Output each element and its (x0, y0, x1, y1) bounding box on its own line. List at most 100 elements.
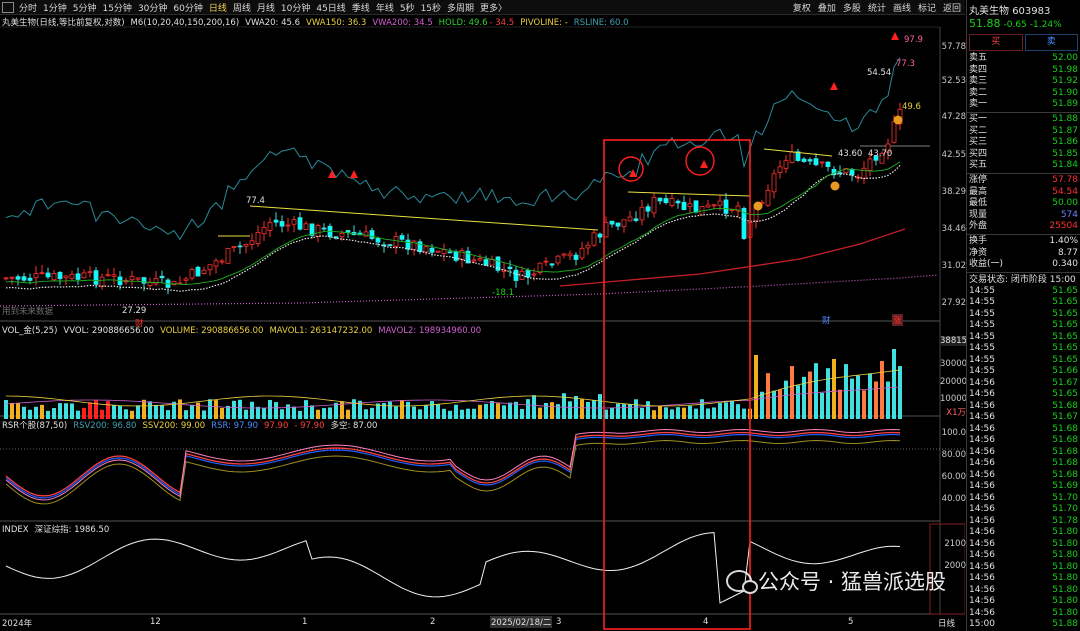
tab-1[interactable]: 1分钟 (43, 1, 67, 14)
bids-row[interactable]: 买四 51.85 (967, 149, 1080, 161)
legend-rsline: RSLINE: 60.0 (573, 18, 629, 28)
asks-row[interactable]: 卖五 52.00 (967, 53, 1080, 65)
tab-9[interactable]: 10分钟 (281, 1, 310, 14)
volume-bar (598, 394, 602, 419)
bids-label: 买一 (969, 113, 988, 124)
tab-16[interactable]: 更多〉 (480, 1, 507, 14)
price-axis-label: 57.78 (941, 42, 966, 52)
period-tabs: 分时 1分钟 5分钟 15分钟 30分钟 60分钟 日线 周线 月线 10分钟 45日线 季线 年线 5秒… (19, 1, 513, 14)
stats-list: 换手 1.40% 净资 8.77 收益(一) 0.340 (967, 236, 1080, 271)
price-axis-label: 31.02 (941, 261, 966, 271)
tab-6[interactable]: 日线 (209, 1, 227, 14)
main-legend: 丸美生物(日线,等比前复权,对数) M6(10,20,40,150,200,16)… (2, 16, 635, 28)
toolbar-button-2[interactable]: 多股 (843, 1, 861, 14)
volume-bar (442, 408, 446, 419)
volume-bar (814, 363, 818, 419)
toolbar-button-4[interactable]: 画线 (893, 1, 911, 14)
stats-label: 换手 (969, 235, 988, 246)
tick-price: 51.68 (1052, 446, 1078, 457)
tab-14[interactable]: 15秒 (421, 1, 441, 14)
toolbar-button-5[interactable]: 标记 (918, 1, 936, 14)
volume-bar (694, 408, 698, 419)
candle-body (99, 276, 105, 287)
volume-bar (292, 406, 296, 419)
candle-body (693, 200, 699, 213)
index-label: 深证综指: 1986.50 (34, 525, 110, 535)
tab-3[interactable]: 15分钟 (102, 1, 131, 14)
candle-body (87, 271, 93, 274)
stats-row: 收益(一) 0.340 (967, 259, 1080, 271)
toolbar-button-1[interactable]: 叠加 (818, 1, 836, 14)
rsr-red-line (5, 431, 901, 497)
candle-body (321, 227, 327, 230)
tick-row: 14:56 51.80 (967, 608, 1080, 620)
tab-2[interactable]: 5分钟 (73, 1, 97, 14)
kline-chart[interactable]: 丸美生物(日线,等比前复权,对数) M6(10,20,40,150,200,16)… (0, 16, 967, 631)
tab-11[interactable]: 季线 (352, 1, 370, 14)
bids-row[interactable]: 买二 51.87 (967, 126, 1080, 138)
tab-15[interactable]: 多周期 (447, 1, 474, 14)
asks-row[interactable]: 卖三 51.92 (967, 76, 1080, 88)
window-menu-icon[interactable] (2, 1, 14, 13)
date-label: 12 (150, 617, 161, 627)
tick-time: 14:56 (969, 527, 995, 538)
tab-13[interactable]: 5秒 (400, 1, 415, 14)
legend-pivoline: PIVOLINE: - (520, 18, 568, 28)
volume-bar (166, 410, 170, 419)
tab-10[interactable]: 45日线 (316, 1, 345, 14)
volume-bar (34, 406, 38, 419)
buy-button[interactable]: 买 (969, 34, 1023, 51)
tick-row: 14:56 51.68 (967, 424, 1080, 436)
volume-bar (256, 406, 260, 419)
future-data-note: 用到未来数据 (2, 307, 54, 317)
tab-12[interactable]: 年线 (376, 1, 394, 14)
candle-body (561, 253, 567, 256)
volume-bar (136, 405, 140, 419)
bids-row[interactable]: 买一 51.88 (967, 114, 1080, 126)
tick-list[interactable]: 14:55 51.65 14:55 51.65 14:55 51.65 14:55 51.65… (967, 286, 1080, 631)
rsr-axis-label: 100.0 (941, 428, 966, 438)
ma200-line (559, 228, 906, 287)
volume-bar (586, 401, 590, 419)
volume-bar (580, 399, 584, 419)
rsr-rsv200: RSV200: 96.80 (73, 421, 137, 431)
tick-time: 14:56 (969, 561, 995, 572)
rsr-ssv200: SSV200: 99.00 (142, 421, 206, 431)
tab-0[interactable]: 分时 (19, 1, 37, 14)
vol-name: VOL_金(5,25) (2, 326, 58, 336)
toolbar-button-3[interactable]: 统计 (868, 1, 886, 14)
tick-row: 14:56 51.65 (967, 389, 1080, 401)
bids-row[interactable]: 买三 51.86 (967, 137, 1080, 149)
stock-name: 丸美生物 (969, 6, 1009, 17)
candle-body (615, 222, 621, 227)
tick-row: 14:56 51.80 (967, 539, 1080, 551)
date-label: 1 (302, 617, 308, 627)
volume-bar (868, 373, 872, 419)
tab-4[interactable]: 30分钟 (138, 1, 167, 14)
asks-row[interactable]: 卖一 51.89 (967, 99, 1080, 111)
volume-bar (856, 375, 860, 419)
stats-row: 换手 1.40% (967, 236, 1080, 248)
candle-body (225, 248, 231, 264)
tab-8[interactable]: 月线 (257, 1, 275, 14)
candle-body (681, 201, 687, 210)
toolbar-button-0[interactable]: 复权 (793, 1, 811, 14)
tick-price: 51.80 (1052, 550, 1078, 561)
price-axis-label: 34.46 (941, 224, 966, 234)
volume-bar (742, 408, 746, 419)
tick-price: 51.65 (1052, 297, 1078, 308)
volume-bar (28, 409, 32, 419)
volume-bar (148, 401, 152, 419)
tick-price: 51.78 (1052, 515, 1078, 526)
volume-bar (88, 402, 92, 419)
toolbar-button-6[interactable]: 返回 (943, 1, 961, 14)
asks-row[interactable]: 卖四 51.98 (967, 65, 1080, 77)
vwa20-line (5, 164, 901, 292)
asks-row[interactable]: 卖二 51.90 (967, 88, 1080, 100)
sell-button[interactable]: 卖 (1024, 34, 1078, 51)
volume-bar (304, 400, 308, 419)
bids-row[interactable]: 买五 51.84 (967, 160, 1080, 172)
tab-5[interactable]: 60分钟 (173, 1, 202, 14)
volume-bar (658, 405, 662, 419)
tab-7[interactable]: 周线 (233, 1, 251, 14)
